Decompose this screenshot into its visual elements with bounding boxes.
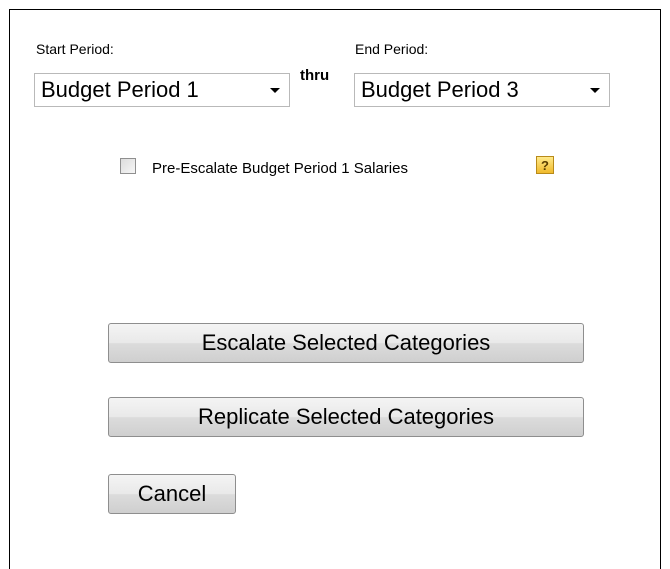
chevron-down-icon [270,88,280,93]
start-period-select[interactable]: Budget Period 1 [34,73,290,107]
pre-escalate-checkbox[interactable] [120,158,136,174]
thru-label: thru [300,67,330,84]
replicate-selected-categories-button[interactable]: Replicate Selected Categories [108,397,584,437]
help-question-icon[interactable]: ? [536,156,554,174]
pre-escalate-label: Pre-Escalate Budget Period 1 Salaries [152,160,408,177]
end-period-select[interactable]: Budget Period 3 [354,73,610,107]
chevron-down-icon [590,88,600,93]
end-period-label: End Period: [355,41,429,57]
dialog-panel: Start Period: Budget Period 1 thru End P… [9,9,661,569]
cancel-button[interactable]: Cancel [108,474,236,514]
start-period-label: Start Period: [36,41,114,57]
escalate-selected-categories-button[interactable]: Escalate Selected Categories [108,323,584,363]
end-period-value: Budget Period 3 [361,77,519,102]
start-period-value: Budget Period 1 [41,77,199,102]
